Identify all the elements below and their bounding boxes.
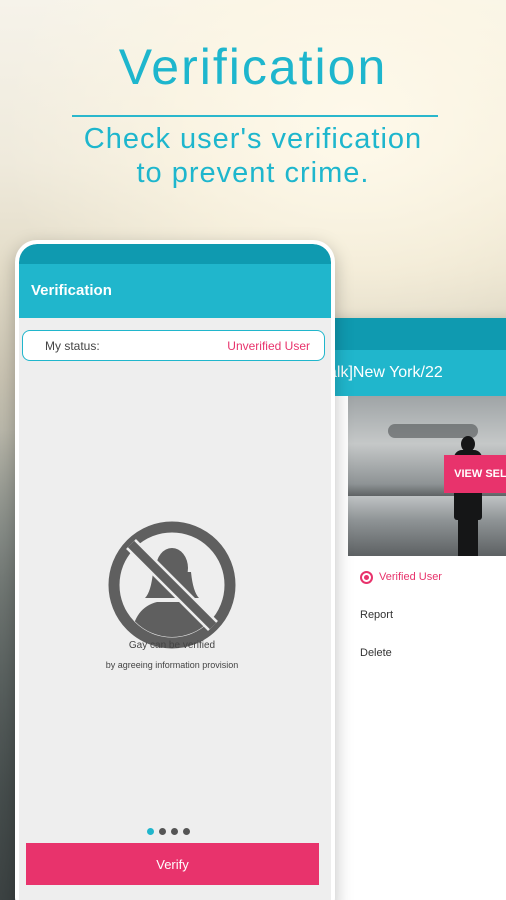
photo-water <box>348 496 506 556</box>
delete-menu-item[interactable]: Delete <box>360 634 506 672</box>
verified-status-row: Verified User <box>360 558 506 596</box>
verification-screen: Verification My status: Unverified User … <box>19 244 331 900</box>
verification-caption-sub: by agreeing information provision <box>105 660 239 670</box>
verification-caption: Gay can be verified <box>128 640 216 651</box>
page-indicator <box>147 828 190 835</box>
my-status-box: My status: Unverified User <box>22 330 325 361</box>
verified-badge-icon <box>360 570 373 584</box>
app-bar-title: Verification <box>19 264 331 318</box>
verify-button[interactable]: Verify <box>26 843 319 885</box>
verified-label: Verified User <box>379 571 442 583</box>
phone-frame: Verification My status: Unverified User … <box>15 240 335 900</box>
profile-photo[interactable]: VIEW SELFIE <box>348 396 506 556</box>
status-label: My status: <box>45 338 100 353</box>
photo-person-silhouette <box>452 436 482 556</box>
view-selfie-button[interactable]: VIEW SELFIE <box>444 455 506 493</box>
page-dot-4[interactable] <box>183 828 190 835</box>
no-photo-icon <box>108 521 236 649</box>
page-dot-3[interactable] <box>171 828 178 835</box>
promo-subline: Check user's verification to prevent cri… <box>0 122 506 190</box>
page-dot-1[interactable] <box>147 828 154 835</box>
promo-headline: Verification <box>118 39 388 95</box>
profile-menu: Verified User Report Delete <box>322 558 506 672</box>
promo-subline-2: to prevent crime. <box>136 157 370 189</box>
profile-screen-card: alk]New York/22 VIEW SELFIE Verified Use… <box>322 318 506 900</box>
promo-subline-1: Check user's verification <box>83 123 423 155</box>
status-bar <box>322 318 506 350</box>
status-bar <box>19 244 331 264</box>
promo-divider <box>72 115 438 117</box>
profile-title: alk]New York/22 <box>322 350 506 396</box>
status-value: Unverified User <box>227 338 310 353</box>
page-dot-2[interactable] <box>159 828 166 835</box>
report-menu-item[interactable]: Report <box>360 596 506 634</box>
